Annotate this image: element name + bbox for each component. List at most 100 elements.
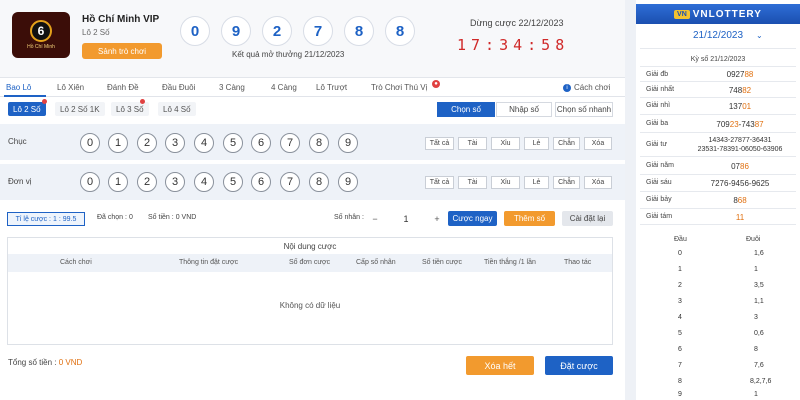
result-ball: 8	[385, 16, 415, 46]
head-tail-row: 3 1,1	[678, 298, 764, 305]
digit-button[interactable]: 5	[223, 133, 243, 153]
prize-row: Giải nhất 74882	[640, 81, 796, 97]
tab-4-cang[interactable]: 4 Càng	[271, 83, 297, 92]
digit-button[interactable]: 4	[194, 133, 214, 153]
digit-button[interactable]: 9	[338, 172, 358, 192]
lobby-button[interactable]: Sảnh trò chơi	[82, 43, 162, 59]
head-tail-row: 68	[678, 346, 758, 353]
brand-banner: VN VNLOTTERY	[636, 4, 800, 24]
head-tail-row: 2 3,5	[678, 282, 764, 289]
odds-value: 1 : 99.5	[52, 215, 77, 223]
digit-button[interactable]: 0	[80, 133, 100, 153]
digit-button[interactable]: 6	[251, 133, 271, 153]
select-even-button[interactable]: Chẵn	[553, 137, 580, 150]
head-tail-row: 11	[678, 266, 758, 273]
prize-name: Giải năm	[646, 162, 675, 169]
prize-row: Giải bảy 868	[640, 191, 796, 208]
brand-logo: VN	[674, 9, 690, 19]
digit-button[interactable]: 4	[194, 172, 214, 192]
digit-button[interactable]: 7	[280, 133, 300, 153]
betting-panel: 6 Hồ Chí Minh Hồ Chí Minh VIP Lô 2 Số Sả…	[0, 0, 625, 400]
prize-row: Giải tám 11	[640, 208, 796, 225]
digit-button[interactable]: 1	[108, 172, 128, 192]
result-ball: 0	[180, 16, 210, 46]
game-header: 6 Hồ Chí Minh Hồ Chí Minh VIP Lô 2 Số Sả…	[0, 0, 625, 78]
result-ball: 2	[262, 16, 292, 46]
game-tabs: Bao Lô Lô Xiên Đánh Đề Đầu Đuôi 3 Càng 4…	[0, 79, 625, 97]
digit-button[interactable]: 6	[251, 172, 271, 192]
subtab-lo-2-so-1k[interactable]: Lô 2 Số 1K	[55, 102, 105, 116]
select-odd-button[interactable]: Lẻ	[524, 137, 549, 150]
odds-label: Tỉ lệ cược :	[15, 215, 51, 223]
multiplier-input[interactable]: 1	[381, 212, 431, 225]
row-label-chuc: Chục	[8, 137, 27, 146]
mode-nhap-so[interactable]: Nhập số	[496, 102, 552, 117]
stop-bet-label: Dừng cược 22/12/2023	[470, 18, 564, 28]
tab-3-cang[interactable]: 3 Càng	[219, 83, 245, 92]
digit-button[interactable]: 3	[165, 172, 185, 192]
prize-name: Giải nhì	[646, 102, 671, 109]
digit-button[interactable]: 8	[309, 133, 329, 153]
prize-number: 70923-74387	[716, 120, 764, 129]
select-high-button[interactable]: Tài	[458, 176, 487, 189]
total-amount: Tổng số tiền : 0 VND	[8, 358, 82, 367]
digit-button[interactable]: 5	[223, 172, 243, 192]
game-name: Hồ Chí Minh VIP	[82, 14, 160, 25]
tab-lo-truot[interactable]: Lô Trượt	[316, 83, 347, 92]
draw-number: Kỳ số 21/12/2023	[690, 56, 746, 63]
select-odd-button[interactable]: Lẻ	[524, 176, 549, 189]
divider	[640, 48, 796, 49]
prize-row: Giải nhì 13701	[640, 97, 796, 114]
digit-button[interactable]: 2	[137, 133, 157, 153]
subtab-lo-2-so[interactable]: Lô 2 Số	[8, 102, 46, 116]
decrease-button[interactable]: −	[369, 212, 381, 225]
place-bet-button[interactable]: Đặt cược	[545, 356, 613, 375]
select-high-button[interactable]: Tài	[458, 137, 487, 150]
digit-button[interactable]: 0	[80, 172, 100, 192]
prize-number: 7276-9456-9625	[710, 179, 770, 188]
add-number-button[interactable]: Thêm số	[504, 211, 555, 226]
prize-name: Giải ba	[646, 120, 669, 127]
countdown-timer: 17:34:58	[457, 36, 570, 54]
game-subtitle: Lô 2 Số	[82, 28, 110, 37]
digit-button[interactable]: 2	[137, 172, 157, 192]
tab-dau-duoi[interactable]: Đầu Đuôi	[162, 83, 195, 92]
prize-name: Giải bảy	[646, 196, 672, 203]
increase-button[interactable]: +	[431, 212, 443, 225]
select-even-button[interactable]: Chẵn	[553, 176, 580, 189]
reset-button[interactable]: Cài đặt lại	[562, 211, 613, 226]
result-date: Kết quả mở thưởng 21/12/2023	[232, 50, 345, 59]
prize-number: 092788	[726, 70, 754, 79]
howto-link[interactable]: i Cách chơi	[563, 83, 610, 92]
bet-now-button[interactable]: Cược ngay	[448, 211, 497, 226]
select-low-button[interactable]: Xỉu	[491, 176, 520, 189]
draw-date-select[interactable]: 21/12/2023	[636, 30, 800, 41]
digit-button[interactable]: 9	[338, 133, 358, 153]
chevron-down-icon[interactable]: ⌄	[756, 31, 763, 40]
clear-row-button[interactable]: Xóa	[584, 176, 612, 189]
clear-all-button[interactable]: Xóa hết	[466, 356, 534, 375]
select-all-button[interactable]: Tất cả	[425, 176, 454, 189]
select-low-button[interactable]: Xỉu	[491, 137, 520, 150]
empty-state: Không có dữ liệu	[279, 301, 341, 310]
prize-name: Giải sáu	[646, 179, 672, 186]
tab-danh-de[interactable]: Đánh Đề	[107, 83, 139, 92]
digit-button[interactable]: 1	[108, 133, 128, 153]
subtab-lo-3-so[interactable]: Lô 3 Số	[111, 102, 149, 116]
result-ball: 7	[303, 16, 333, 46]
select-all-button[interactable]: Tất cả	[425, 137, 454, 150]
tab-lo-xien[interactable]: Lô Xiên	[57, 83, 84, 92]
digit-button[interactable]: 7	[280, 172, 300, 192]
mode-chon-so-nhanh[interactable]: Chọn số nhanh	[555, 102, 613, 117]
subtab-lo-4-so[interactable]: Lô 4 Số	[158, 102, 196, 116]
digit-button[interactable]: 3	[165, 133, 185, 153]
tab-bao-lo[interactable]: Bao Lô	[6, 83, 31, 92]
prize-number: 0786	[731, 162, 749, 171]
digit-button[interactable]: 8	[309, 172, 329, 192]
mode-chon-so[interactable]: Chọn số	[437, 102, 495, 117]
clear-row-button[interactable]: Xóa	[584, 137, 612, 150]
tab-tro-choi-thu-vi[interactable]: Trò Chơi Thú Vị	[371, 83, 427, 92]
tail-column-header: Đuôi	[746, 236, 761, 243]
head-tail-row: 8 8,2,7,6	[678, 378, 772, 385]
info-icon: i	[563, 83, 571, 92]
